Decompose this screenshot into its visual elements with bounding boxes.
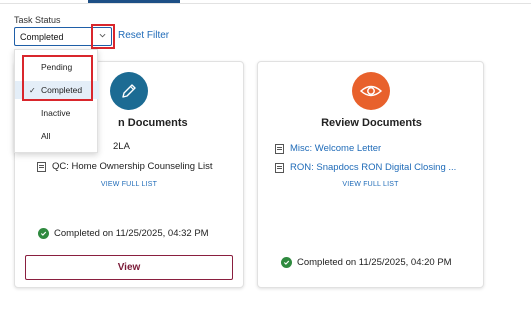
header-divider xyxy=(0,3,531,4)
task-status-selected-value: Completed xyxy=(20,32,64,42)
left-status: Completed on 11/25/2025, 04:32 PM xyxy=(38,228,209,239)
check-circle-icon xyxy=(38,228,49,239)
document-icon xyxy=(275,162,284,173)
left-card-title: n Documents xyxy=(118,117,188,129)
option-completed[interactable]: ✓ Completed xyxy=(15,81,99,99)
task-status-label: Task Status xyxy=(14,15,61,25)
left-doc-row[interactable]: QC: Home Ownership Counseling List xyxy=(37,161,213,172)
checkmark-icon: ✓ xyxy=(29,86,36,95)
review-documents-card: Review Documents Misc: Welcome Letter RO… xyxy=(257,61,484,288)
right-view-full-list-link[interactable]: VIEW FULL LIST xyxy=(258,181,483,188)
right-status: Completed on 11/25/2025, 04:20 PM xyxy=(281,257,452,268)
pencil-icon xyxy=(122,84,136,98)
document-icon xyxy=(275,143,284,154)
option-pending[interactable]: Pending xyxy=(15,58,99,76)
document-icon xyxy=(37,161,46,172)
reset-filter-link[interactable]: Reset Filter xyxy=(118,30,169,41)
review-doc-row[interactable]: Misc: Welcome Letter xyxy=(275,143,381,154)
option-inactive[interactable]: Inactive xyxy=(15,104,99,122)
review-documents-title: Review Documents xyxy=(321,117,422,129)
view-button[interactable]: View xyxy=(25,255,233,280)
dropdown-toggle-highlight[interactable] xyxy=(91,24,115,49)
eye-icon-badge xyxy=(352,72,390,110)
task-status-dropdown-menu: Pending ✓ Completed Inactive All xyxy=(14,49,99,153)
pencil-icon-badge xyxy=(110,72,148,110)
option-all[interactable]: All xyxy=(15,127,99,145)
left-view-full-list-link[interactable]: VIEW FULL LIST xyxy=(15,181,243,188)
check-circle-icon xyxy=(281,257,292,268)
review-doc-row[interactable]: RON: Snapdocs RON Digital Closing ... xyxy=(275,162,456,173)
eye-icon xyxy=(359,85,383,97)
